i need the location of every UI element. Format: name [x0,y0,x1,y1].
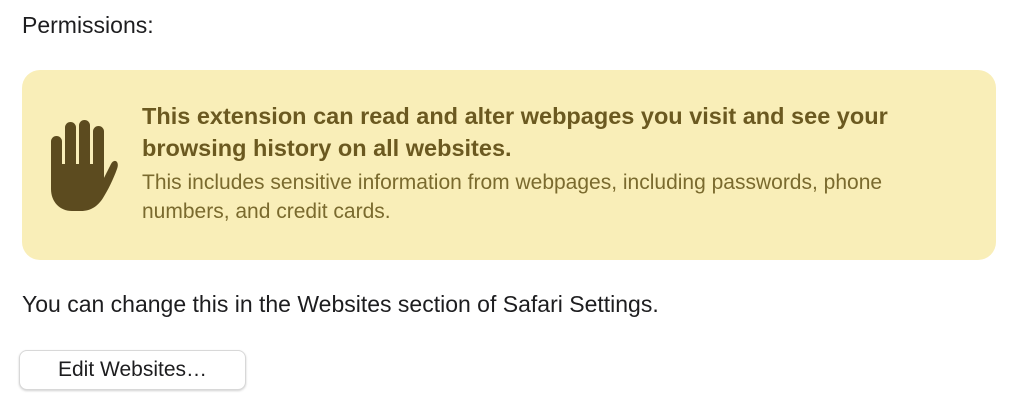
extension-permissions-panel: Permissions: This extension can read and… [0,0,1018,412]
warning-text-block: This extension can read and alter webpag… [142,100,962,226]
warning-title: This extension can read and alter webpag… [142,103,888,161]
edit-websites-button[interactable]: Edit Websites… [19,350,246,390]
permissions-heading: Permissions: [22,12,154,38]
hand-raised-icon [48,120,118,212]
warning-detail: This includes sensitive information from… [142,171,883,223]
settings-info-text: You can change this in the Websites sect… [22,291,659,317]
permission-warning-box: This extension can read and alter webpag… [22,70,996,260]
